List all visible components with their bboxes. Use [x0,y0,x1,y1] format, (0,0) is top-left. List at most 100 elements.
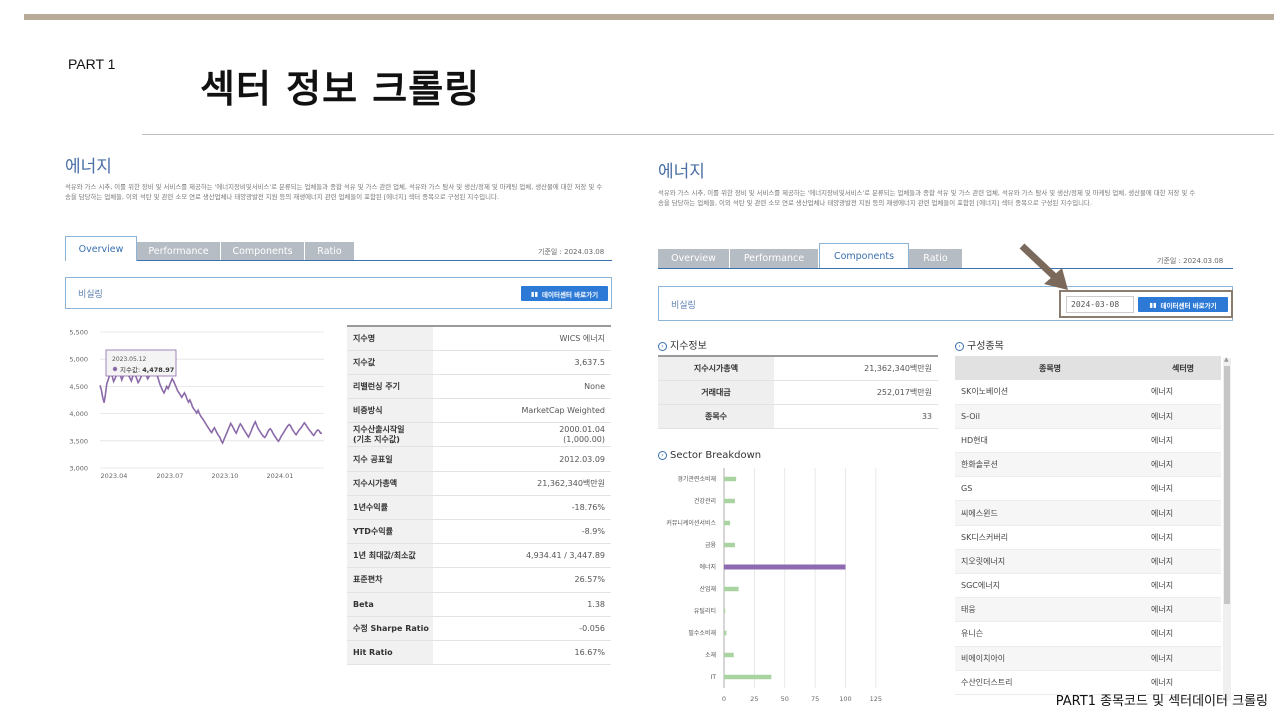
component-sector: 에너지 [1145,428,1221,454]
sector-bar [724,630,727,636]
sector-bar [724,586,739,592]
stats-key: 지수값 [347,350,433,375]
table-row[interactable]: 지오릿에너지 에너지 [955,549,1221,575]
stats-value: WICS 에너지 [433,324,611,351]
component-name: 태웅 [955,597,1145,623]
tab-performance[interactable]: Performance [730,249,819,268]
right-datacenter-button[interactable]: ▮▮ 데이터센터 바로가기 [1138,297,1228,312]
sector-bar [724,542,735,548]
tab-overview[interactable]: Overview [65,236,137,261]
chevron-right-icon: › [955,341,964,351]
scrollbar-thumb[interactable] [1224,366,1230,604]
left-datacenter-label: 데이터센터 바로가기 [542,290,599,299]
category-label: 소재 [705,651,716,659]
tooltip-date: 2023.05.12 [112,356,147,363]
left-tab-underline [137,260,612,261]
category-label: 에너지 [699,563,716,571]
table-row[interactable]: 비에이치아이 에너지 [955,646,1221,671]
stats-value: -8.9% [433,519,611,545]
stats-row: 지수값 3,637.5 [347,350,611,375]
tab-components[interactable]: Components [221,242,305,261]
stats-key: 지수명 [347,324,433,351]
chevron-right-icon: › [658,450,667,460]
right-base-date: 기준일 : 2024.03.08 [1157,257,1224,265]
x-tick-label: 2023.07 [157,472,184,480]
scroll-up-icon[interactable]: ▲ [1224,356,1229,363]
stats-key: 수정 Sharpe Ratio [347,616,433,641]
table-row[interactable]: 씨에스윈드 에너지 [955,500,1221,526]
x-tick-label: 100 [839,695,851,703]
column-header-sector[interactable]: 섹터명 [1145,356,1221,380]
tab-performance[interactable]: Performance [137,242,221,261]
index-info-row: 거래대금 252,017백만원 [658,380,938,405]
tab-ratio[interactable]: Ratio [909,249,963,268]
left-datacenter-button[interactable]: ▮▮ 데이터센터 바로가기 [521,286,608,301]
title-divider [142,134,1274,135]
left-index-name: 비실링 [78,290,103,300]
table-row[interactable]: 한화솔루션 에너지 [955,452,1221,478]
left-sector-description: 석유와 가스 시추, 이를 위한 장비 및 서비스를 제공하는 '에너지장비및서… [65,182,613,203]
component-sector: 에너지 [1145,476,1221,502]
right-sector-description: 석유와 가스 시추, 이를 위한 장비 및 서비스를 제공하는 '에너지장비및서… [658,188,1233,209]
y-tick-label: 4,500 [69,383,88,391]
components-title: 구성종목 [967,341,1004,352]
x-tick-label: 2023.10 [212,472,239,480]
y-tick-label: 5,500 [69,329,88,337]
stats-key: Hit Ratio [347,640,433,666]
index-info-value: 33 [774,404,938,429]
stats-value: 16.67% [433,640,611,666]
table-row[interactable]: SK디스커버리 에너지 [955,525,1221,550]
stats-key: YTD수익률 [347,519,433,545]
component-sector: 에너지 [1145,380,1221,405]
table-row[interactable]: GS 에너지 [955,476,1221,502]
tab-components[interactable]: Components [819,243,909,268]
component-sector: 에너지 [1145,573,1221,599]
stats-row: 지수명 WICS 에너지 [347,324,611,351]
stats-row: YTD수익률 -8.9% [347,519,611,545]
index-info-key: 지수시가총액 [658,355,774,381]
component-sector: 에너지 [1145,404,1221,429]
component-sector: 에너지 [1145,500,1221,526]
component-sector: 에너지 [1145,525,1221,550]
components-table-wrapper[interactable]: 종목명 섹터명 SK이노베이션 에너지 S-Oil 에너지 HD현대 에너지 한화솔루션 에너… [955,356,1232,701]
stats-row: 1년수익률 -18.76% [347,495,611,521]
tab-overview[interactable]: Overview [658,249,730,268]
table-row[interactable]: SGC에너지 에너지 [955,573,1221,599]
stats-row: 리밸런싱 주기 None [347,374,611,400]
stats-row: 비중방식 MarketCap Weighted [347,398,611,424]
x-tick-label: 0 [722,695,726,703]
component-name: 씨에스윈드 [955,500,1145,526]
table-row[interactable]: S-Oil 에너지 [955,404,1221,429]
stats-value: 4,934.41 / 3,447.89 [433,543,611,569]
date-input[interactable]: 2024-03-08 [1066,296,1134,313]
stats-row: 1년 최대값/최소값 4,934.41 / 3,447.89 [347,543,611,569]
tab-ratio[interactable]: Ratio [305,242,355,261]
table-row[interactable]: SK이노베이션 에너지 [955,380,1221,405]
index-info-heading: › 지수정보 [658,337,707,352]
part-label: PART 1 [68,56,116,72]
stats-value: 26.57% [433,567,611,593]
component-name: SK디스커버리 [955,525,1145,550]
table-row[interactable]: 유니슨 에너지 [955,621,1221,647]
table-row[interactable]: HD현대 에너지 [955,428,1221,454]
index-info-key: 종목수 [658,404,774,429]
pointer-arrow-icon [1019,243,1068,290]
right-description-line-1: 석유와 가스 시추, 이를 위한 장비 및 서비스를 제공하는 '에너지장비및서… [658,189,1196,197]
stats-key: 지수 공표일 [347,446,433,472]
stats-row: 표준편차 26.57% [347,567,611,593]
category-label: 금융 [705,542,717,549]
stats-row: 수정 Sharpe Ratio -0.056 [347,616,611,641]
column-header-name[interactable]: 종목명 [955,356,1145,380]
stats-row: 지수시가총액 21,362,340백만원 [347,471,611,496]
sector-breakdown-title: Sector Breakdown [670,450,762,461]
y-tick-label: 3,000 [69,465,88,473]
stats-key: 리밸런싱 주기 [347,374,433,400]
left-stats-table: 지수명 WICS 에너지 지수값 3,637.5 리밸런싱 주기 None 비중방식 Mark… [347,324,611,666]
bar-chart-icon: ▮▮ [1149,300,1157,309]
x-tick-label: 2024.01 [267,472,294,480]
x-tick-label: 50 [781,695,789,703]
chart-tooltip: 2023.05.12 지수값: 4,478.97 [105,349,177,377]
y-tick-label: 5,000 [69,356,88,364]
sector-bar [724,674,772,680]
table-row[interactable]: 태웅 에너지 [955,597,1221,623]
